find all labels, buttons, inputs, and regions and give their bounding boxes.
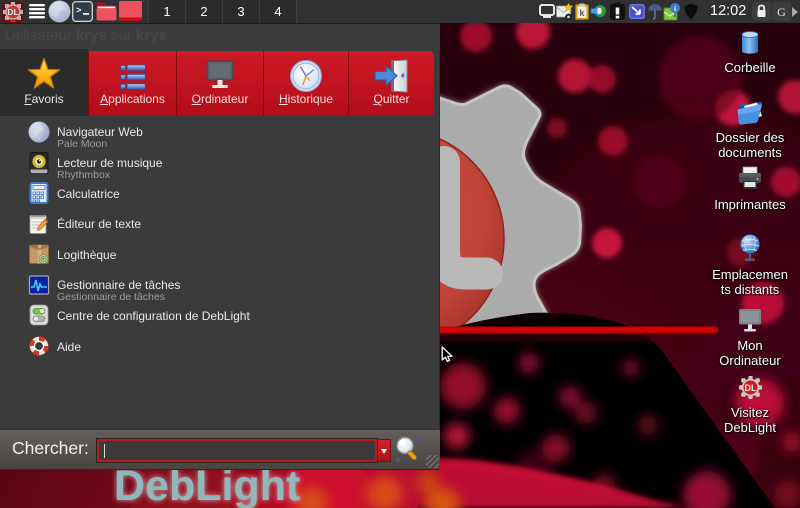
svg-text:DL: DL <box>7 7 18 17</box>
svg-text:G: G <box>777 5 786 19</box>
svg-text:i: i <box>674 4 676 13</box>
svg-text:>: > <box>76 6 81 16</box>
svg-text:DL: DL <box>744 383 756 393</box>
